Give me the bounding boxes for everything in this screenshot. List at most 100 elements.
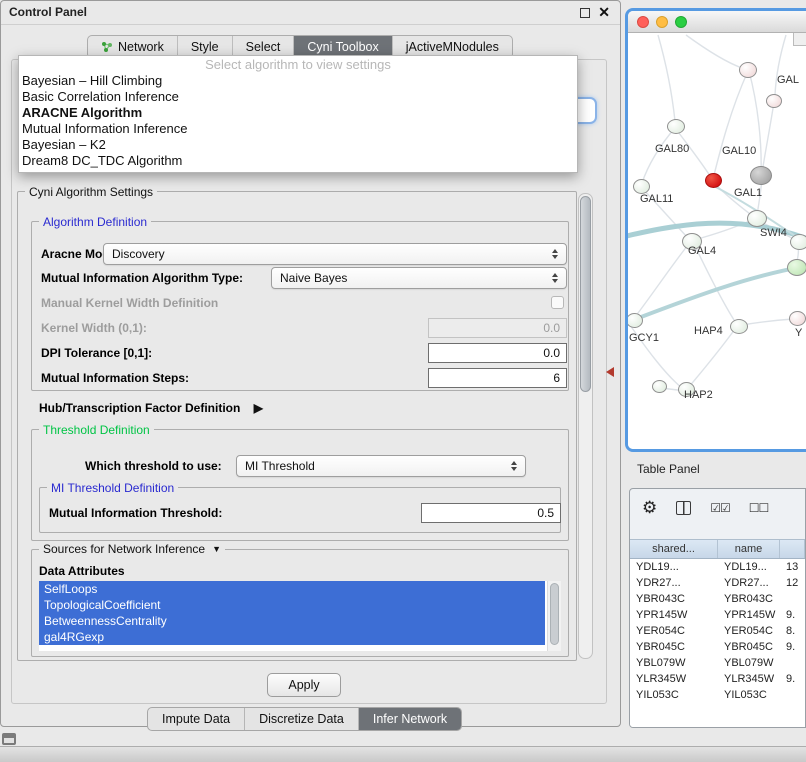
network-window-titlebar: [628, 11, 806, 33]
which-threshold-select[interactable]: MI Threshold: [236, 455, 526, 477]
node-label: GAL11: [640, 193, 673, 205]
minimize-button[interactable]: [656, 16, 668, 28]
table-row[interactable]: YPR145W YPR145W 9.: [630, 607, 805, 623]
node-label: GAL80: [655, 143, 689, 155]
attribute-list-scrollbar[interactable]: [547, 581, 561, 651]
table-panel-title: Table Panel: [637, 462, 700, 476]
table-row[interactable]: YLR345W YLR345W 9.: [630, 671, 805, 687]
tab-label: Cyni Toolbox: [307, 40, 378, 54]
algorithm-option[interactable]: Bayesian – Hill Climbing: [19, 73, 577, 89]
list-item[interactable]: BetweennessCentrality: [39, 613, 545, 629]
scrollbar-thumb[interactable]: [550, 583, 559, 645]
table-row[interactable]: YIL053C YIL053C: [630, 687, 805, 703]
table-body: YDL19... YDL19... 13 YDR27... YDR27... 1…: [630, 559, 805, 727]
data-attributes-label: Data Attributes: [39, 564, 125, 578]
node-label: SWI4: [760, 227, 787, 239]
mi-type-label: Mutual Information Algorithm Type:: [41, 271, 243, 285]
column-header[interactable]: [780, 540, 805, 558]
table-row[interactable]: YBR043C YBR043C: [630, 591, 805, 607]
table-row[interactable]: YER054C YER054C 8.: [630, 623, 805, 639]
network-canvas[interactable]: GAL80 GAL10 GAL11 GAL1 SWI4 GAL4 GCY1 HA…: [628, 33, 806, 449]
node-label: GCY1: [629, 332, 659, 344]
tab-label: Style: [191, 40, 219, 54]
node-label: GAL4: [688, 245, 716, 257]
graph-node[interactable]: [652, 380, 667, 393]
algorithm-option[interactable]: Basic Correlation Inference: [19, 89, 577, 105]
desktop: Control Panel ✕ Network Style Sel: [0, 0, 806, 762]
combo-arrows-icon: [506, 461, 522, 471]
algorithm-option-selected[interactable]: ARACNE Algorithm: [19, 105, 577, 121]
node-label: GAL: [777, 74, 799, 86]
kernel-width-label: Kernel Width (0,1):: [41, 321, 147, 335]
mi-threshold-label: Mutual Information Threshold:: [49, 506, 222, 520]
network-scrollbar-corner[interactable]: [793, 33, 806, 46]
scrollbar-thumb[interactable]: [580, 196, 591, 392]
node-label: Y: [795, 327, 802, 339]
hub-section-toggle[interactable]: Hub/Transcription Factor Definition ▶: [39, 401, 263, 415]
table-row[interactable]: YDL19... YDL19... 13: [630, 559, 805, 575]
select-all-icon[interactable]: ☑☑: [710, 501, 730, 515]
list-item[interactable]: TopologicalCoefficient: [39, 597, 545, 613]
columns-icon[interactable]: [676, 501, 691, 515]
mi-type-select[interactable]: Naive Bayes: [271, 267, 567, 289]
graph-node-gal10[interactable]: [705, 173, 722, 188]
docked-window-icon[interactable]: [2, 733, 16, 745]
combo-arrows-icon: [547, 249, 563, 259]
settings-scrollbar[interactable]: [578, 193, 593, 659]
apply-button[interactable]: Apply: [267, 673, 341, 697]
mi-steps-field[interactable]: 6: [428, 368, 567, 388]
mi-threshold-field[interactable]: 0.5: [421, 503, 561, 523]
node-label: HAP4: [694, 325, 723, 337]
column-header[interactable]: name: [718, 540, 780, 558]
control-panel-title: Control Panel: [9, 5, 87, 19]
node-label: HAP2: [684, 389, 713, 401]
graph-node[interactable]: [739, 62, 757, 78]
algorithm-option[interactable]: Dream8 DC_TDC Algorithm: [19, 153, 577, 169]
list-item[interactable]: gal4RGexp: [39, 629, 545, 645]
settings-group-title: Cyni Algorithm Settings: [25, 185, 157, 199]
graph-node[interactable]: [766, 94, 782, 108]
graph-node-gal1[interactable]: [747, 210, 767, 227]
cyni-bottom-tabbar: Impute Data Discretize Data Infer Networ…: [147, 707, 462, 731]
table-row[interactable]: YBR045C YBR045C 9.: [630, 639, 805, 655]
node-label: GAL10: [722, 145, 756, 157]
close-button[interactable]: [637, 16, 649, 28]
float-window-icon[interactable]: [580, 8, 590, 18]
graph-node[interactable]: [667, 119, 685, 134]
tab-label: Network: [118, 40, 164, 54]
close-icon[interactable]: ✕: [598, 4, 610, 21]
dropdown-prompt: Select algorithm to view settings: [19, 56, 577, 73]
panel-splitter-handle[interactable]: [606, 367, 614, 377]
mi-type-value: Naive Bayes: [272, 271, 547, 285]
zoom-button[interactable]: [675, 16, 687, 28]
threshold-definition-title: Threshold Definition: [39, 423, 154, 437]
graph-node[interactable]: [787, 259, 806, 276]
list-item[interactable]: SelfLoops: [39, 581, 545, 597]
bottom-tab-impute-data[interactable]: Impute Data: [148, 708, 245, 730]
graph-node-gal11[interactable]: [633, 179, 650, 194]
data-attributes-list: SelfLoops TopologicalCoefficient Between…: [39, 581, 561, 651]
graph-node[interactable]: [750, 166, 772, 185]
graph-node-hap4[interactable]: [730, 319, 748, 334]
deselect-all-icon[interactable]: ☐☐: [749, 501, 769, 515]
kernel-width-field: 0.0: [428, 318, 567, 338]
control-panel-titlebar: Control Panel ✕: [1, 1, 620, 25]
table-toolbar: ⚙ ☑☑ ☐☐: [642, 499, 768, 517]
algorithm-option[interactable]: Mutual Information Inference: [19, 121, 577, 137]
bottom-tab-discretize-data[interactable]: Discretize Data: [245, 708, 359, 730]
graph-node-swi4[interactable]: [790, 234, 806, 250]
column-header[interactable]: shared...: [630, 540, 718, 558]
dpi-tolerance-field[interactable]: 0.0: [428, 343, 567, 363]
sources-group-title[interactable]: Sources for Network Inference ▼: [39, 542, 225, 556]
table-row[interactable]: YDR27... YDR27... 12: [630, 575, 805, 591]
bottom-tab-infer-network[interactable]: Infer Network: [359, 708, 461, 730]
table-row[interactable]: YBL079W YBL079W: [630, 655, 805, 671]
aracne-mode-value: Discovery: [104, 247, 547, 261]
algorithm-option[interactable]: Bayesian – K2: [19, 137, 577, 153]
aracne-mode-select[interactable]: Discovery: [103, 243, 567, 265]
mi-steps-label: Mutual Information Steps:: [41, 371, 189, 385]
gear-icon[interactable]: ⚙: [642, 499, 657, 517]
dpi-tolerance-label: DPI Tolerance [0,1]:: [41, 346, 152, 360]
graph-node[interactable]: [789, 311, 806, 326]
which-threshold-label: Which threshold to use:: [85, 459, 222, 473]
